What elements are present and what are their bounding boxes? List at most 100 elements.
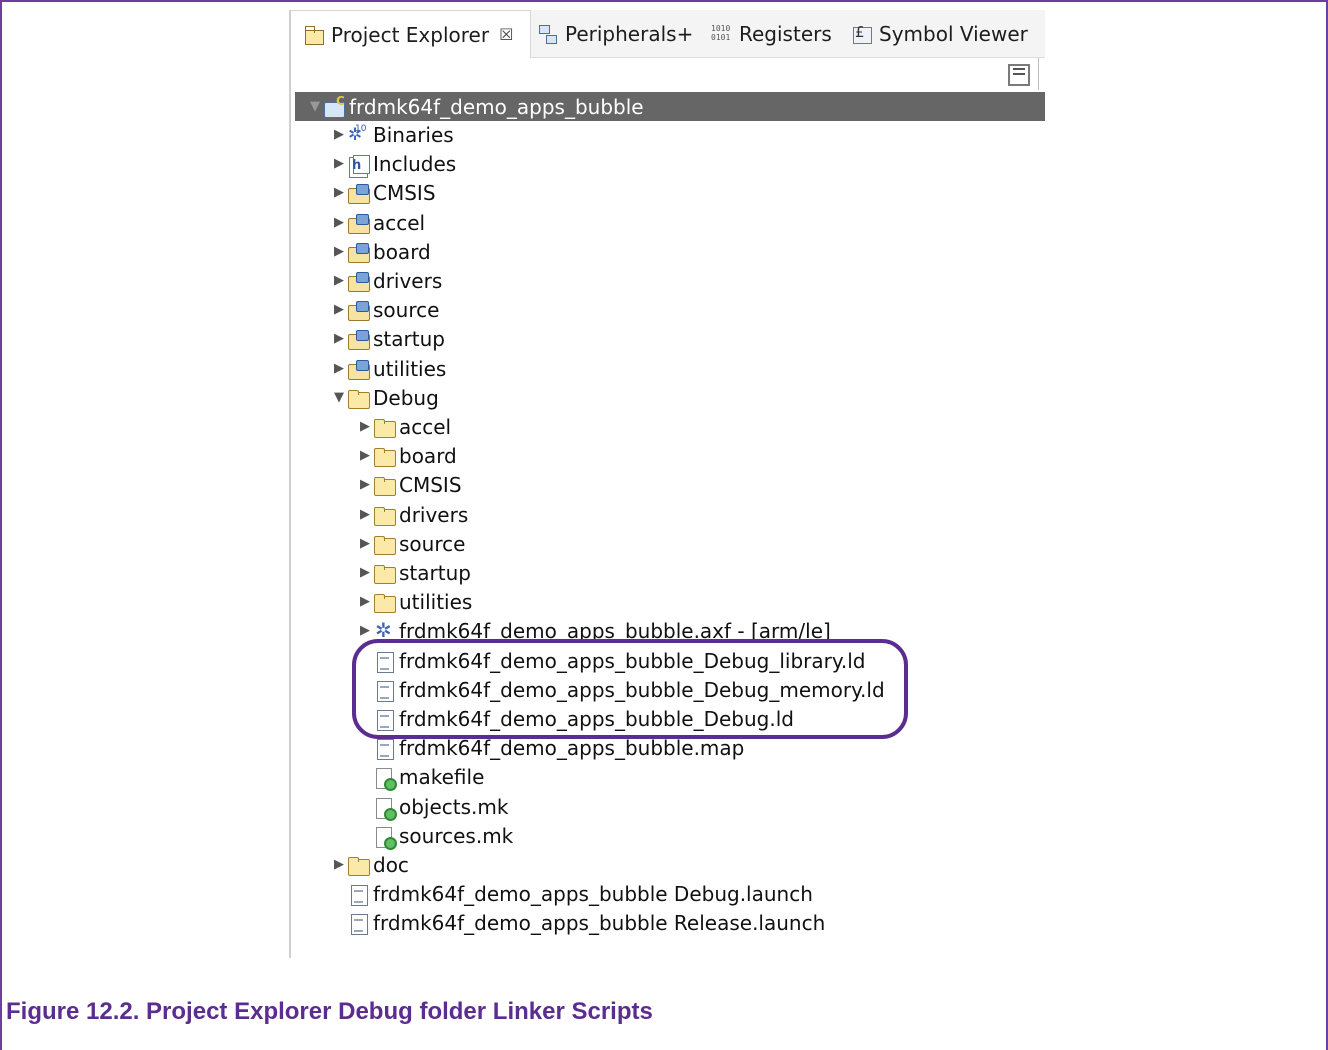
tree-item-label: objects.mk bbox=[399, 794, 509, 819]
tab-project-explorer[interactable]: Project Explorer ☒ bbox=[291, 10, 531, 58]
tree-item-label: Debug bbox=[373, 385, 439, 410]
collapsed-arrow-icon[interactable]: ▶ bbox=[331, 331, 347, 346]
collapsed-arrow-icon[interactable]: ▶ bbox=[357, 536, 373, 551]
tree-item-label: CMSIS bbox=[373, 180, 436, 205]
file-icon bbox=[347, 912, 371, 935]
collapsed-arrow-icon[interactable]: ▶ bbox=[357, 507, 373, 522]
file-icon bbox=[347, 883, 371, 906]
tree-item-debug-child[interactable]: objects.mk bbox=[357, 792, 508, 821]
collapsed-arrow-icon[interactable]: ▶ bbox=[331, 127, 347, 142]
tree-item[interactable]: ▶ utilities bbox=[331, 354, 446, 383]
peripherals-icon bbox=[537, 23, 559, 45]
project-label: frdmk64f_demo_apps_bubble bbox=[349, 94, 644, 119]
collapsed-arrow-icon[interactable]: ▶ bbox=[331, 156, 347, 171]
tree-item-label: sources.mk bbox=[399, 823, 514, 848]
tree-item-debug-child[interactable]: ▶ drivers bbox=[357, 500, 468, 529]
tree-item-label: startup bbox=[373, 326, 445, 351]
source-folder-icon bbox=[347, 299, 371, 321]
collapse-all-icon[interactable] bbox=[1008, 64, 1030, 86]
includes-icon bbox=[347, 153, 371, 175]
collapsed-arrow-icon[interactable]: ▶ bbox=[357, 623, 373, 638]
tree-item[interactable]: ▶ accel bbox=[331, 208, 425, 237]
tree-item[interactable]: ▶ startup bbox=[331, 324, 445, 353]
view-tab-bar: Project Explorer ☒ Peripherals+ Register… bbox=[291, 10, 1045, 58]
tree-item-debug-child[interactable]: ▶ board bbox=[357, 441, 457, 470]
linker-scripts-highlight bbox=[352, 639, 908, 739]
tree-item-debug[interactable]: ▼ Debug bbox=[331, 383, 439, 412]
collapsed-arrow-icon[interactable]: ▶ bbox=[331, 857, 347, 872]
tree-item[interactable]: ▶ Binaries bbox=[331, 120, 454, 149]
tree-item-debug-child[interactable]: sources.mk bbox=[357, 821, 513, 850]
source-folder-icon bbox=[347, 241, 371, 263]
panel-border bbox=[289, 10, 291, 958]
tree-item-label: accel bbox=[399, 414, 452, 439]
tree-item-label: startup bbox=[399, 560, 471, 585]
tree-item[interactable]: ▶ board bbox=[331, 237, 431, 266]
folder-icon bbox=[373, 591, 397, 613]
tree-item-launch[interactable]: frdmk64f_demo_apps_bubble Debug.launch bbox=[331, 879, 813, 908]
collapsed-arrow-icon[interactable]: ▶ bbox=[331, 185, 347, 200]
tree-item-label: makefile bbox=[399, 764, 485, 789]
source-folder-icon bbox=[347, 358, 371, 380]
close-icon[interactable]: ☒ bbox=[499, 25, 513, 44]
tree-item-label: board bbox=[373, 239, 431, 264]
tree-item-debug-child[interactable]: makefile bbox=[357, 762, 484, 791]
source-folder-icon bbox=[347, 182, 371, 204]
tree-item-debug-child[interactable]: ▶ accel bbox=[357, 412, 451, 441]
tab-peripherals[interactable]: Peripherals+ bbox=[537, 10, 693, 58]
tab-label: Peripherals+ bbox=[565, 22, 694, 46]
tree-item-debug-child[interactable]: ▶ CMSIS bbox=[357, 470, 462, 499]
folder-icon bbox=[373, 504, 397, 526]
collapsed-arrow-icon[interactable]: ▶ bbox=[357, 419, 373, 434]
expanded-arrow-icon[interactable]: ▼ bbox=[307, 99, 323, 114]
tree-item-launch[interactable]: frdmk64f_demo_apps_bubble Release.launch bbox=[331, 908, 825, 937]
makefile-icon bbox=[373, 766, 397, 791]
makefile-icon bbox=[373, 796, 397, 821]
tree-item-label: utilities bbox=[373, 356, 447, 381]
tree-project-root[interactable]: ▼ frdmk64f_demo_apps_bubble bbox=[295, 92, 1045, 121]
tree-item-label: drivers bbox=[373, 268, 443, 293]
expanded-arrow-icon[interactable]: ▼ bbox=[331, 390, 347, 405]
tree-item-debug-child[interactable]: ▶ utilities bbox=[357, 587, 472, 616]
tree-item-label: drivers bbox=[399, 502, 469, 527]
tree-item-label: CMSIS bbox=[399, 472, 462, 497]
folder-icon bbox=[373, 416, 397, 438]
tab-registers[interactable]: Registers bbox=[711, 10, 832, 58]
collapsed-arrow-icon[interactable]: ▶ bbox=[331, 215, 347, 230]
symbol-viewer-icon bbox=[851, 23, 873, 45]
collapsed-arrow-icon[interactable]: ▶ bbox=[331, 273, 347, 288]
tree-item-label: frdmk64f_demo_apps_bubble Release.launch bbox=[373, 910, 826, 935]
project-icon bbox=[323, 94, 347, 118]
toolbar-divider bbox=[1038, 58, 1044, 90]
tree-item[interactable]: ▶ CMSIS bbox=[331, 178, 436, 207]
tab-label: Symbol Viewer bbox=[879, 22, 1028, 46]
tree-item-label: doc bbox=[373, 852, 409, 877]
tree-item-label: utilities bbox=[399, 589, 473, 614]
binaries-icon bbox=[347, 124, 371, 146]
makefile-icon bbox=[373, 825, 397, 850]
file-icon bbox=[373, 737, 397, 760]
folder-icon bbox=[373, 533, 397, 555]
tree-item[interactable]: ▶ Includes bbox=[331, 149, 456, 178]
tree-item[interactable]: ▶ drivers bbox=[331, 266, 442, 295]
source-folder-icon bbox=[347, 328, 371, 350]
folder-icon bbox=[373, 445, 397, 467]
tree-item-label: accel bbox=[373, 210, 426, 235]
tab-symbol-viewer[interactable]: Symbol Viewer bbox=[851, 10, 1028, 58]
source-folder-icon bbox=[347, 270, 371, 292]
tree-item-label: board bbox=[399, 443, 457, 468]
tree-item-debug-child[interactable]: ▶ source bbox=[357, 529, 465, 558]
collapsed-arrow-icon[interactable]: ▶ bbox=[331, 302, 347, 317]
tree-item-debug-child[interactable]: ▶ startup bbox=[357, 558, 471, 587]
collapsed-arrow-icon[interactable]: ▶ bbox=[357, 448, 373, 463]
tree-item[interactable]: ▶ source bbox=[331, 295, 439, 324]
collapsed-arrow-icon[interactable]: ▶ bbox=[357, 565, 373, 580]
collapsed-arrow-icon[interactable]: ▶ bbox=[357, 594, 373, 609]
source-folder-icon bbox=[347, 212, 371, 234]
collapsed-arrow-icon[interactable]: ▶ bbox=[331, 244, 347, 259]
tab-label: Registers bbox=[739, 22, 832, 46]
tree-item-doc[interactable]: ▶ doc bbox=[331, 850, 409, 879]
tree-item-label: frdmk64f_demo_apps_bubble.map bbox=[399, 735, 745, 760]
collapsed-arrow-icon[interactable]: ▶ bbox=[357, 477, 373, 492]
collapsed-arrow-icon[interactable]: ▶ bbox=[331, 361, 347, 376]
